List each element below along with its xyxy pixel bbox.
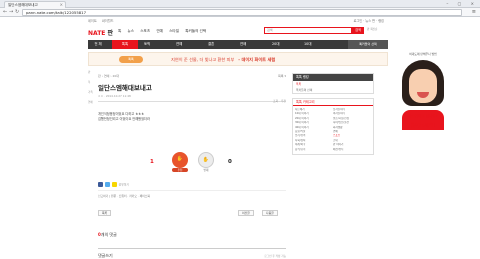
menu-talk[interactable]: 톡 [118, 29, 121, 33]
reload-icon[interactable]: ↻ [15, 9, 19, 15]
menu-news[interactable]: 뉴스 [127, 29, 134, 33]
upvote-count: 1 [150, 159, 154, 165]
prev-button[interactable]: 이전글 [238, 210, 254, 216]
vote-area: 1 ✋ 추천 ✋ 반대 0 [98, 148, 286, 176]
twitter-icon[interactable] [104, 182, 110, 187]
downvote-count: 0 [228, 159, 232, 165]
menu-ent[interactable]: 연예 [156, 29, 163, 33]
tab-title: 일단스엠해대보내고 [8, 3, 38, 7]
search-sort[interactable]: 판 최신순 [367, 27, 388, 31]
category-bar: 전 체 톡톡 토픽 연예 결혼 연애 20대 10대 톡커들의 선택 [88, 40, 388, 49]
ad-character-image [402, 60, 444, 110]
ad-top-text: 비대도에 만해우나 방법 [409, 52, 437, 56]
banner-text: 지연이 준 선물, 더 빛나고 환한 피부 - 데이지 화이트 세럼 [171, 57, 276, 62]
category-10s[interactable]: 10대 [304, 40, 311, 49]
next-button[interactable]: 다음글 [262, 210, 278, 216]
downvote-button[interactable]: ✋ [198, 152, 214, 168]
gnb-right-links[interactable]: 로그인 · 뉴스 판 · 랭킹 [353, 18, 384, 23]
left-nav-item[interactable]: 판 [88, 70, 98, 74]
page-title: 일단스엠해대보내고 [98, 84, 152, 92]
category-talktalk[interactable]: 톡톡 [112, 40, 138, 49]
share-row: 공유하기 [98, 182, 129, 187]
ad-banner[interactable]: 비대도에 만해우나 방법 하소연하고 싶나요? 물어보세요! [392, 52, 454, 252]
body-line: 김했던정인리고 이었이요 안해봤었더라 [98, 117, 150, 121]
category-box: 톡톡 카테고리 사는얘기 남자들끼리 10대 이야기 여자들끼리 20대 이야기 결혼/시… [292, 98, 374, 156]
gnb-link-nate[interactable]: 네이트 [88, 19, 97, 23]
post-body: 개인석정용정이었요 다하고 ㅎㅎㅎ 김했던정인리고 이었이요 안해봤었더라 [98, 112, 286, 122]
list-link[interactable]: 목록 ▾ [278, 74, 286, 78]
left-nav-item[interactable]: 가족 [88, 90, 98, 94]
ranking-heading: 톡톡 랭킹 [293, 74, 373, 81]
banner-chip: 톡톡 [119, 56, 143, 63]
category-20s[interactable]: 20대 [272, 40, 279, 49]
left-mini-nav: 판 톡 가족 연애 [88, 70, 98, 250]
post-content: 판 › 연예 › 20대 목록 ▾ 일단스엠해대보내고 ㅇㅇ · 2014.10… [98, 74, 286, 259]
share-label: 공유하기 [118, 182, 129, 187]
category-heading: 톡톡 카테고리 [293, 99, 373, 106]
browser-tab-strip: 일단스엠해대보내고 × – ▢ × [0, 0, 480, 8]
kakao-icon[interactable] [111, 182, 117, 187]
category-marriage[interactable]: 결혼 [208, 40, 214, 49]
list-button[interactable]: 목록 [98, 210, 112, 216]
browser-tab[interactable]: 일단스엠해대보내고 × [4, 1, 66, 8]
gnb-link-cyworld[interactable]: 싸이월드 [102, 19, 114, 23]
menu-choice[interactable]: 톡커들의 선택 [185, 29, 206, 33]
url-field[interactable]: pann.nate.com/talk/122055817 [22, 9, 462, 16]
category-ent[interactable]: 연예 [176, 40, 182, 49]
sidebar-category-item[interactable]: 패션/뷰티 [333, 148, 371, 152]
forward-arrow-icon[interactable]: → [9, 9, 13, 15]
category-grid: 사는얘기 남자들끼리 10대 이야기 여자들끼리 20대 이야기 결혼/시집/친정 30대 … [293, 106, 373, 154]
category-all[interactable]: 전 체 [88, 40, 108, 49]
comment-login-note[interactable]: 로그인 후 작성 가능 [264, 254, 286, 258]
sidebar-category-item[interactable]: 음식/요리 [295, 148, 333, 152]
sidebar-item-choice[interactable]: 톡커들의 선택 [293, 87, 373, 93]
post-stats: 조회 · 추천 [273, 99, 286, 103]
category-topic[interactable]: 토픽 [144, 40, 150, 49]
post-buttons: 목록 이전글 다음글 [98, 210, 286, 218]
nate-logo[interactable]: NATE 판 [88, 28, 113, 37]
menu-style[interactable]: 스타일 [169, 29, 179, 33]
ad-cta: 물어보세요! [410, 123, 436, 129]
upvote-label: 추천 [172, 168, 188, 172]
left-nav-item[interactable]: 연애 [88, 100, 98, 104]
menu-sports[interactable]: 스포츠 [140, 29, 150, 33]
sidebar: 톡톡 랭킹 톡톡 톡커들의 선택 톡톡 카테고리 사는얘기 남자들끼리 10대 이야… [292, 73, 374, 259]
back-arrow-icon[interactable]: ← [3, 9, 7, 15]
category-choice[interactable]: 톡커들의 선택 [348, 40, 388, 49]
window-controls[interactable]: – ▢ × [446, 1, 478, 6]
downvote-label: 반대 [203, 169, 209, 172]
origin-row[interactable]: 신고하기 | 원문 · 트위터 · 카카오 · 페이스북 [98, 190, 286, 198]
post-meta: ㅇㅇ · 2014.10.27 11:48 조회 · 추천 [98, 94, 286, 103]
upvote-button[interactable]: ✋ [172, 152, 188, 168]
comment-write-heading: 댓글쓰기 로그인 후 작성 가능 [98, 248, 286, 259]
menu-icon[interactable]: ≡ [472, 9, 476, 15]
comment-count: 0개의 댓글 [98, 232, 117, 237]
site-header: NATE 판 톡 뉴스 스포츠 연예 스타일 톡커들의 선택 검색 검색 판 최… [88, 24, 388, 39]
ad-question: 하소연하고 싶나요? [408, 114, 438, 118]
thumbs-down-icon: ✋ [202, 157, 210, 163]
breadcrumb: 판 › 연예 › 20대 목록 ▾ [98, 74, 286, 78]
ranking-box: 톡톡 랭킹 톡톡 톡커들의 선택 [292, 73, 374, 94]
promo-banner[interactable]: 톡톡 지연이 준 선물, 더 빛나고 환한 피부 - 데이지 화이트 세럼 [88, 52, 388, 66]
search-button[interactable]: 검색 [352, 27, 364, 34]
category-love[interactable]: 연애 [240, 40, 246, 49]
thumbs-up-icon: ✋ [176, 156, 184, 162]
facebook-icon[interactable] [98, 182, 103, 187]
left-nav-item[interactable]: 톡 [88, 80, 98, 84]
search-input[interactable]: 검색 [264, 27, 352, 34]
main-menu: 톡 뉴스 스포츠 연예 스타일 톡커들의 선택 [118, 29, 211, 34]
address-bar: ← → ↻ pann.nate.com/talk/122055817 ≡ [0, 8, 480, 17]
